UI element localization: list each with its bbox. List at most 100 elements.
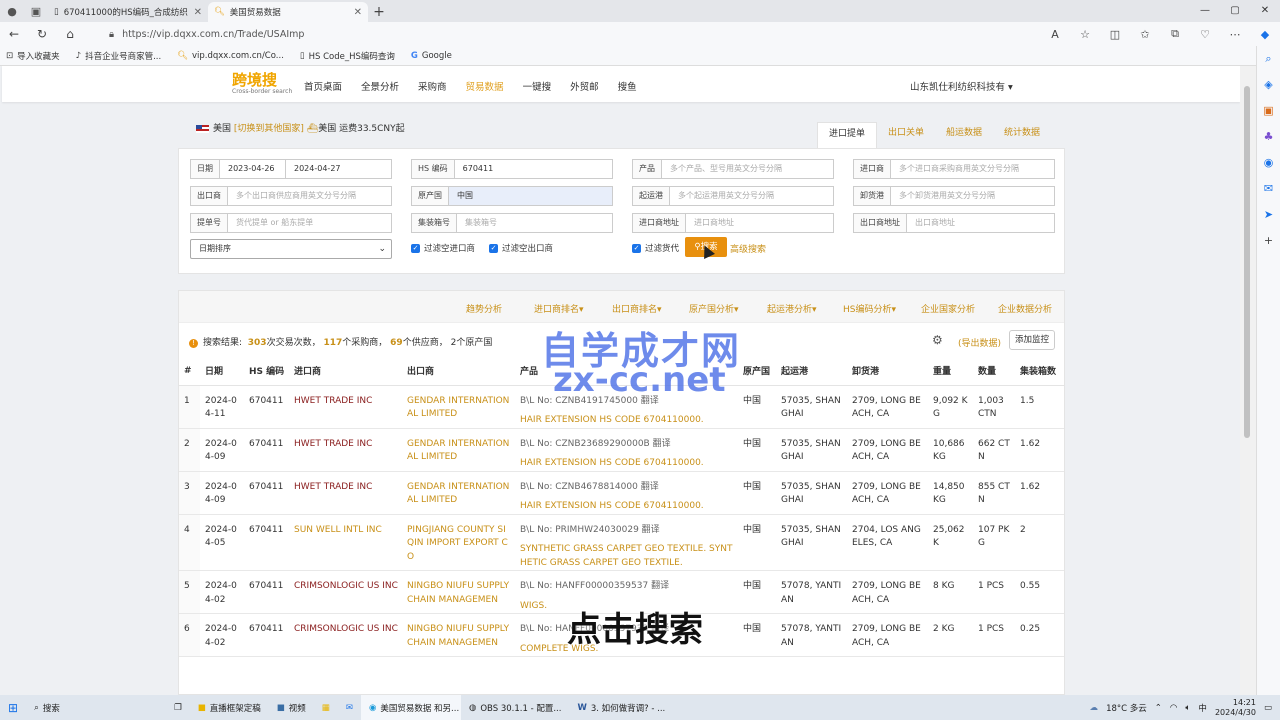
clock[interactable]: 14:21 2024/4/30: [1215, 698, 1256, 718]
mail-icon[interactable]: ✉: [338, 695, 361, 720]
collections-icon[interactable]: ⧉: [1160, 27, 1190, 41]
unload-port-field[interactable]: 卸货港 多个卸货港用英文分号分隔: [853, 186, 1055, 206]
weather-text[interactable]: 18°C 多云: [1106, 702, 1147, 714]
tab-import-bl[interactable]: 进口提单: [817, 122, 878, 148]
tab-statistics[interactable]: 统计数据: [993, 122, 1051, 148]
taskbar-app-2[interactable]: ■ 视频: [269, 695, 314, 720]
row-exporter-link[interactable]: GENDAR INTERNATIONAL LIMITED: [402, 471, 515, 515]
bl-number[interactable]: B\L No: CZNB4678814000 翻译: [520, 482, 659, 492]
taskbar-search[interactable]: ⌕ 搜索: [26, 695, 166, 720]
company-country-link[interactable]: 企业国家分析: [921, 302, 975, 315]
close-tab-icon[interactable]: ✕: [194, 7, 202, 18]
m365-icon[interactable]: ◉: [1257, 150, 1280, 176]
date-range-field[interactable]: 日期 2023-04-26 2024-04-27: [190, 159, 392, 179]
exporter-field[interactable]: 出口商 多个出口商供应商用英文分号分隔: [190, 186, 392, 206]
importer-address-field[interactable]: 进口商地址 进口商地址: [632, 213, 834, 233]
export-data-link[interactable]: (导出数据): [958, 336, 1001, 349]
switch-country-link[interactable]: [切换到其他国家]: [234, 124, 304, 134]
search-icon[interactable]: ⌕: [1257, 46, 1280, 72]
add-monitor-button[interactable]: 添加监控: [1009, 330, 1055, 350]
origin-country-field[interactable]: 原产国 中国: [411, 186, 613, 206]
bl-number[interactable]: B\L No: PRIMHW24030029 翻译: [520, 525, 660, 535]
read-aloud-icon[interactable]: A: [1040, 28, 1070, 41]
origin-analysis-menu[interactable]: 原产国分析▾: [689, 302, 739, 315]
advanced-search-link[interactable]: 高级搜索: [730, 242, 766, 255]
nav-home[interactable]: 首页桌面: [304, 79, 342, 93]
bookmark-douyin[interactable]: ♪ 抖音企业号商家管...: [76, 50, 162, 62]
back-button[interactable]: ←: [0, 27, 28, 41]
shopping-icon[interactable]: ◈: [1257, 72, 1280, 98]
tab-shipping[interactable]: 船运数据: [935, 122, 993, 148]
shipping-link[interactable]: 美国 运费33.5CNY起: [318, 124, 404, 134]
row-exporter-link[interactable]: PINGJIANG COUNTY SIQIN IMPORT EXPORT CO: [402, 514, 515, 571]
workspaces-icon[interactable]: ▣: [27, 2, 45, 20]
taskbar-app-word[interactable]: W 3. 如何做背调? - ...: [569, 695, 673, 720]
bookmark-google[interactable]: G Google: [411, 51, 452, 61]
nav-fish[interactable]: 搜鱼: [618, 79, 637, 93]
product-field[interactable]: 产品 多个产品、型号用英文分号分隔: [632, 159, 834, 179]
row-exporter-link[interactable]: GENDAR INTERNATIONAL LIMITED: [402, 385, 515, 429]
taskbar-app-edge[interactable]: ◉ 美国贸易数据 和另...: [360, 695, 461, 720]
refresh-button[interactable]: ↻: [28, 27, 56, 41]
loadport-analysis-menu[interactable]: 起运港分析▾: [767, 302, 817, 315]
company-data-link[interactable]: 企业数据分析: [998, 302, 1052, 315]
outlook-icon[interactable]: ✉: [1257, 176, 1280, 202]
row-importer-link[interactable]: HWET TRADE INC: [289, 385, 402, 429]
importer-field[interactable]: 进口商 多个进口商采购商用英文分号分隔: [853, 159, 1055, 179]
more-menu-icon[interactable]: ⋯: [1220, 28, 1250, 41]
sort-select[interactable]: 日期排序 ⌄: [190, 239, 392, 259]
container-number-field[interactable]: 集装箱号 集装箱号: [411, 213, 613, 233]
row-importer-link[interactable]: SUN WELL INTL INC: [289, 514, 402, 571]
nav-panorama[interactable]: 全景分析: [361, 79, 399, 93]
bl-number[interactable]: B\L No: CZNB23689290000B 翻译: [520, 439, 671, 449]
split-screen-icon[interactable]: ◫: [1100, 28, 1130, 41]
browser-tab-2[interactable]: 🔍︎ 美国贸易数据 ✕: [208, 2, 368, 22]
bookmark-dqxx[interactable]: 🔍︎ vip.dqxx.com.cn/Co...: [177, 51, 284, 61]
url-field[interactable]: 🔒︎ https://vip.dqxx.com.cn/Trade/USAImp: [103, 24, 1103, 44]
close-window-button[interactable]: ✕: [1250, 0, 1280, 22]
company-menu[interactable]: 山东凯仕利纺织科技有 ▾: [910, 79, 1013, 93]
hs-analysis-menu[interactable]: HS编码分析▾: [843, 302, 896, 315]
ime-indicator[interactable]: 中: [1198, 702, 1207, 714]
bookmark-hscode[interactable]: ▯ HS Code_HS编码查询: [300, 50, 395, 62]
row-importer-link[interactable]: CRIMSONLOGIC US INC: [289, 570, 402, 614]
tools-icon[interactable]: ▣: [1257, 98, 1280, 124]
exporter-address-field[interactable]: 出口商地址 出口商地址: [853, 213, 1055, 233]
trend-analysis-link[interactable]: 趋势分析: [466, 302, 502, 315]
start-button[interactable]: ⊞: [0, 695, 26, 720]
nav-one-click[interactable]: 一键搜: [523, 79, 552, 93]
notification-icon[interactable]: ▭: [1264, 703, 1272, 713]
nav-buyers[interactable]: 采购商: [418, 79, 447, 93]
taskbar-app-obs[interactable]: ◍ OBS 30.1.1 - 配置...: [461, 695, 570, 720]
store-icon[interactable]: ▦: [314, 695, 338, 720]
filter-forwarder-checkbox[interactable]: ✓ 过滤货代: [632, 242, 679, 254]
hs-code-field[interactable]: HS 编码 670411: [411, 159, 613, 179]
new-tab-button[interactable]: +: [368, 4, 390, 20]
filter-empty-importer-checkbox[interactable]: ✓ 过滤空进口商: [411, 242, 475, 254]
task-view-icon[interactable]: ❐: [166, 695, 190, 720]
gear-icon[interactable]: ⚙: [932, 333, 943, 347]
page-scrollbar[interactable]: [1240, 66, 1256, 695]
row-exporter-link[interactable]: NINGBO NIUFU SUPPLY CHAIN MANAGEMEN: [402, 613, 515, 657]
send-icon[interactable]: ➤: [1257, 202, 1280, 228]
profile-icon[interactable]: ●: [3, 2, 21, 20]
row-importer-link[interactable]: HWET TRADE INC: [289, 428, 402, 472]
copilot-icon[interactable]: ◆: [1250, 28, 1280, 41]
wifi-icon[interactable]: ◠: [1170, 703, 1177, 713]
minimize-button[interactable]: —: [1190, 0, 1220, 22]
site-logo[interactable]: 跨境搜 Cross-border search: [232, 72, 292, 96]
home-button[interactable]: ⌂: [56, 27, 84, 41]
load-port-field[interactable]: 起运港 多个起运港用英文分号分隔: [632, 186, 834, 206]
taskbar-app-1[interactable]: ■ 直播框架定稿: [190, 695, 269, 720]
browser-tab-1[interactable]: ▯ 670411000的HS编码_合成纺织 ✕: [48, 2, 208, 22]
extensions-icon[interactable]: ♡: [1190, 28, 1220, 41]
nav-mail[interactable]: 外贸邮: [570, 79, 599, 93]
bookmark-import[interactable]: ⊡ 导入收藏夹: [6, 50, 60, 62]
tab-export-customs[interactable]: 出口关单: [877, 122, 935, 148]
nav-trade-data[interactable]: 贸易数据: [466, 79, 504, 93]
maximize-button[interactable]: ▢: [1220, 0, 1250, 22]
scrollbar-thumb[interactable]: [1244, 86, 1250, 438]
bl-number[interactable]: B\L No: HANFF00000359537 翻译: [520, 581, 669, 591]
favorites-icon[interactable]: ✩: [1130, 28, 1160, 41]
volume-icon[interactable]: 🔈︎: [1185, 703, 1190, 713]
